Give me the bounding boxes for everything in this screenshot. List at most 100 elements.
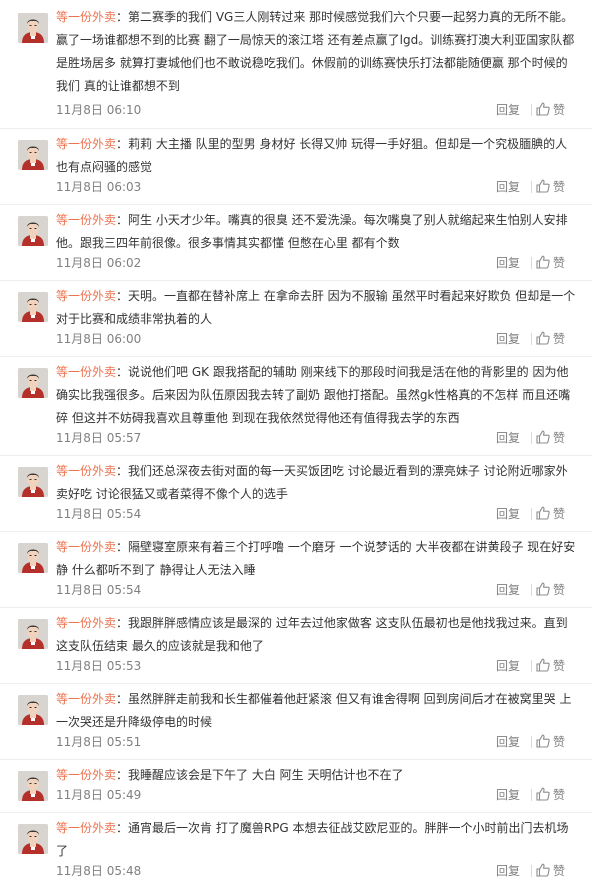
avatar-portrait-icon bbox=[18, 292, 48, 322]
like-button[interactable]: 赞 bbox=[536, 786, 578, 804]
comment-meta: 11月8日 05:51 回复 赞 bbox=[56, 733, 578, 751]
reply-button[interactable]: 回复 bbox=[496, 581, 520, 599]
reply-button[interactable]: 回复 bbox=[496, 505, 520, 523]
action-divider bbox=[531, 333, 532, 345]
comment-text: 等一份外卖：第二赛季的我们 VG三人刚转过来 那时候感觉我们六个只要一起努力真的… bbox=[56, 6, 578, 98]
comment-timestamp: 11月8日 06:02 bbox=[56, 256, 142, 270]
comment-item: 等一份外卖：天明。一直都在替补席上 在拿命去肝 因为不服输 虽然平时看起来好欺负… bbox=[0, 281, 592, 357]
comment-text: 等一份外卖：我们还总深夜去街对面的每一天买饭团吃 讨论最近看到的漂亮妹子 讨论附… bbox=[56, 460, 578, 506]
thumbs-up-icon bbox=[536, 430, 550, 444]
reply-button[interactable]: 回复 bbox=[496, 330, 520, 348]
comment-item: 等一份外卖：虽然胖胖走前我和长生都催着他赶紧滚 但又有谁舍得啊 回到房间后才在被… bbox=[0, 684, 592, 760]
thumbs-up-icon bbox=[536, 102, 550, 116]
comment-meta: 11月8日 05:48 回复 赞 bbox=[56, 862, 578, 880]
like-label: 赞 bbox=[553, 507, 566, 521]
avatar-portrait-icon bbox=[18, 619, 48, 649]
like-button[interactable]: 赞 bbox=[536, 101, 578, 119]
comment-meta: 11月8日 06:00 回复 赞 bbox=[56, 330, 578, 348]
like-button[interactable]: 赞 bbox=[536, 581, 578, 599]
avatar-portrait-icon bbox=[18, 695, 48, 725]
avatar[interactable] bbox=[18, 292, 48, 322]
comment-text: 等一份外卖：莉莉 大主播 队里的型男 身材好 长得又帅 玩得一手好狙。但却是一个… bbox=[56, 133, 578, 179]
reply-button[interactable]: 回复 bbox=[496, 254, 520, 272]
comment-text: 等一份外卖：阿生 小天才少年。嘴真的很臭 还不爱洗澡。每次嘴臭了别人就缩起来生怕… bbox=[56, 209, 578, 255]
like-label: 赞 bbox=[553, 256, 566, 270]
comment-author-link[interactable]: 等一份外卖 bbox=[56, 289, 116, 303]
like-label: 赞 bbox=[553, 583, 566, 597]
reply-button[interactable]: 回复 bbox=[496, 657, 520, 675]
comment-author-link[interactable]: 等一份外卖 bbox=[56, 464, 116, 478]
comment-content: 说说他们吧 GK 跟我搭配的辅助 刚来线下的那段时间我是活在他的背影里的 因为他… bbox=[56, 365, 571, 425]
avatar[interactable] bbox=[18, 13, 48, 43]
avatar-portrait-icon bbox=[18, 140, 48, 170]
comment-timestamp: 11月8日 05:54 bbox=[56, 583, 142, 597]
like-button[interactable]: 赞 bbox=[536, 178, 578, 196]
like-button[interactable]: 赞 bbox=[536, 657, 578, 675]
comment-text: 等一份外卖：虽然胖胖走前我和长生都催着他赶紧滚 但又有谁舍得啊 回到房间后才在被… bbox=[56, 688, 578, 734]
reply-button[interactable]: 回复 bbox=[496, 178, 520, 196]
avatar[interactable] bbox=[18, 695, 48, 725]
like-button[interactable]: 赞 bbox=[536, 733, 578, 751]
avatar[interactable] bbox=[18, 216, 48, 246]
comment-author-link[interactable]: 等一份外卖 bbox=[56, 821, 116, 835]
reply-button[interactable]: 回复 bbox=[496, 786, 520, 804]
comment-item: 等一份外卖：我们还总深夜去街对面的每一天买饭团吃 讨论最近看到的漂亮妹子 讨论附… bbox=[0, 456, 592, 532]
comment-item: 等一份外卖：我跟胖胖感情应该是最深的 过年去过他家做客 这支队伍最初也是他找我过… bbox=[0, 608, 592, 684]
reply-button[interactable]: 回复 bbox=[496, 862, 520, 880]
thumbs-up-icon bbox=[536, 506, 550, 520]
comment-content: 天明。一直都在替补席上 在拿命去肝 因为不服输 虽然平时看起来好欺负 但却是一个… bbox=[56, 289, 576, 326]
like-button[interactable]: 赞 bbox=[536, 330, 578, 348]
avatar-portrait-icon bbox=[18, 543, 48, 573]
comment-author-link[interactable]: 等一份外卖 bbox=[56, 10, 116, 24]
author-separator: ： bbox=[116, 616, 129, 630]
avatar-portrait-icon bbox=[18, 13, 48, 43]
avatar[interactable] bbox=[18, 771, 48, 801]
comment-author-link[interactable]: 等一份外卖 bbox=[56, 768, 116, 782]
like-label: 赞 bbox=[553, 864, 566, 878]
comment-meta: 11月8日 05:54 回复 赞 bbox=[56, 505, 578, 523]
reply-button[interactable]: 回复 bbox=[496, 429, 520, 447]
comment-author-link[interactable]: 等一份外卖 bbox=[56, 692, 116, 706]
comment-meta: 11月8日 05:49 回复 赞 bbox=[56, 786, 578, 804]
like-button[interactable]: 赞 bbox=[536, 505, 578, 523]
comment-author-link[interactable]: 等一份外卖 bbox=[56, 540, 116, 554]
comment-body: 等一份外卖：我睡醒应该会是下午了 大白 阿生 天明估计也不在了 bbox=[56, 764, 578, 787]
thumbs-up-icon bbox=[536, 787, 550, 801]
comment-author-link[interactable]: 等一份外卖 bbox=[56, 137, 116, 151]
like-button[interactable]: 赞 bbox=[536, 254, 578, 272]
comment-meta: 11月8日 06:10 回复 赞 bbox=[56, 101, 578, 119]
avatar[interactable] bbox=[18, 543, 48, 573]
comment-body: 等一份外卖：通宵最后一次肯 打了魔兽RPG 本想去征战艾欧尼亚的。胖胖一个小时前… bbox=[56, 817, 578, 863]
action-divider bbox=[531, 789, 532, 801]
reply-button[interactable]: 回复 bbox=[496, 101, 520, 119]
comment-author-link[interactable]: 等一份外卖 bbox=[56, 213, 116, 227]
comment-timestamp: 11月8日 05:49 bbox=[56, 788, 142, 802]
comment-item: 等一份外卖：隔壁寝室原来有着三个打呼噜 一个磨牙 一个说梦话的 大半夜都在讲黄段… bbox=[0, 532, 592, 608]
comment-item: 等一份外卖：阿生 小天才少年。嘴真的很臭 还不爱洗澡。每次嘴臭了别人就缩起来生怕… bbox=[0, 205, 592, 281]
comment-body: 等一份外卖：天明。一直都在替补席上 在拿命去肝 因为不服输 虽然平时看起来好欺负… bbox=[56, 285, 578, 331]
comment-timestamp: 11月8日 06:00 bbox=[56, 332, 142, 346]
comment-author-link[interactable]: 等一份外卖 bbox=[56, 616, 116, 630]
comment-body: 等一份外卖：阿生 小天才少年。嘴真的很臭 还不爱洗澡。每次嘴臭了别人就缩起来生怕… bbox=[56, 209, 578, 255]
avatar[interactable] bbox=[18, 824, 48, 854]
comment-author-link[interactable]: 等一份外卖 bbox=[56, 365, 116, 379]
like-button[interactable]: 赞 bbox=[536, 429, 578, 447]
avatar[interactable] bbox=[18, 368, 48, 398]
avatar[interactable] bbox=[18, 467, 48, 497]
thumbs-up-icon bbox=[536, 179, 550, 193]
avatar-portrait-icon bbox=[18, 368, 48, 398]
action-divider bbox=[531, 736, 532, 748]
comment-text: 等一份外卖：通宵最后一次肯 打了魔兽RPG 本想去征战艾欧尼亚的。胖胖一个小时前… bbox=[56, 817, 578, 863]
like-button[interactable]: 赞 bbox=[536, 862, 578, 880]
comment-item: 等一份外卖：第二赛季的我们 VG三人刚转过来 那时候感觉我们六个只要一起努力真的… bbox=[0, 0, 592, 129]
avatar[interactable] bbox=[18, 140, 48, 170]
reply-button[interactable]: 回复 bbox=[496, 733, 520, 751]
comment-content: 通宵最后一次肯 打了魔兽RPG 本想去征战艾欧尼亚的。胖胖一个小时前出门去机场了 bbox=[56, 821, 569, 858]
comment-text: 等一份外卖：天明。一直都在替补席上 在拿命去肝 因为不服输 虽然平时看起来好欺负… bbox=[56, 285, 578, 331]
thumbs-up-icon bbox=[536, 582, 550, 596]
author-separator: ： bbox=[116, 692, 129, 706]
avatar[interactable] bbox=[18, 619, 48, 649]
comment-timestamp: 11月8日 05:53 bbox=[56, 659, 142, 673]
comment-timestamp: 11月8日 06:10 bbox=[56, 103, 142, 117]
comment-content: 我跟胖胖感情应该是最深的 过年去过他家做客 这支队伍最初也是他找我过来。直到这支… bbox=[56, 616, 568, 653]
